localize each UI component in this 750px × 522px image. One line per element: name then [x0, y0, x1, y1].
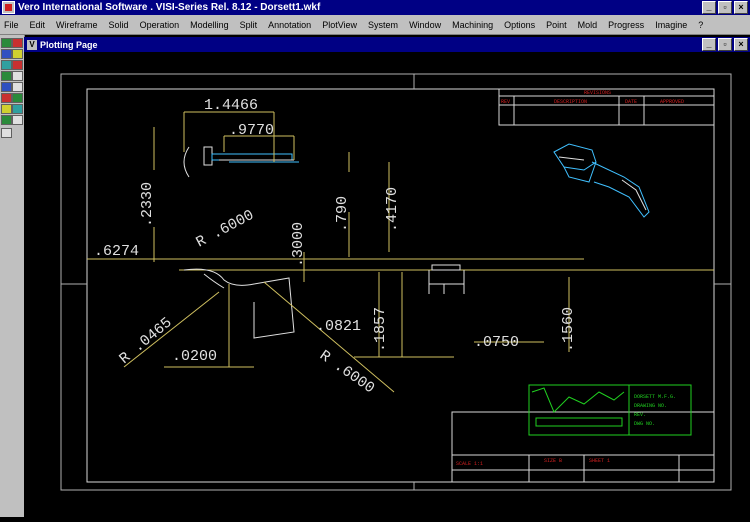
tool-icon[interactable] [1, 128, 12, 138]
sheet-outer-border [60, 73, 732, 491]
menu-window[interactable]: Window [405, 20, 448, 30]
menu-wireframe[interactable]: Wireframe [52, 20, 105, 30]
tool-icon[interactable] [1, 82, 12, 92]
dim-0-2330: .2330 [139, 182, 156, 227]
dim-0-0200: .0200 [172, 348, 217, 365]
close-button[interactable]: × [734, 1, 748, 14]
menu-system[interactable]: System [364, 20, 405, 30]
tool-icon[interactable] [12, 115, 23, 125]
menu-progress[interactable]: Progress [604, 20, 651, 30]
menu-plotview[interactable]: PlotView [318, 20, 364, 30]
date-column: DATE [625, 99, 637, 105]
title-block-footer: SCALE 1:1 SIZE B SHEET 1 [456, 458, 610, 467]
menu-annotation[interactable]: Annotation [264, 20, 318, 30]
scale-label: SCALE 1:1 [456, 461, 483, 467]
sheet-inner-border [86, 88, 715, 483]
dim-0-1560: .1560 [560, 307, 577, 352]
dim-0-4170: .4170 [384, 187, 401, 232]
side-toolbar [0, 35, 25, 517]
menu-machining[interactable]: Machining [448, 20, 500, 30]
tool-icon[interactable] [12, 60, 23, 70]
company-name: DORSETT M.F.G. [634, 394, 676, 400]
menu-operation[interactable]: Operation [136, 20, 187, 30]
dim-r-0-6000-a: R .6000 [193, 207, 257, 252]
dim-1-4466: 1.4466 [204, 97, 258, 114]
tool-icon[interactable] [12, 104, 23, 114]
visi-icon: V [27, 39, 37, 50]
child-minimize-button[interactable]: _ [702, 38, 716, 51]
tool-icon[interactable] [12, 38, 23, 48]
dim-0-790: .790 [334, 196, 351, 232]
dim-0-3000: .3000 [290, 222, 307, 267]
dim-0-1857: .1857 [372, 307, 389, 352]
menu-file[interactable]: File [0, 20, 26, 30]
menu-split[interactable]: Split [236, 20, 265, 30]
tool-icon[interactable] [12, 49, 23, 59]
size-label: SIZE B [544, 458, 562, 464]
dim-r-0-6000-b: R .6000 [316, 347, 377, 397]
drawing-canvas[interactable]: REVISIONS REV DESCRIPTION DATE APPROVED [24, 52, 750, 517]
menu-edit[interactable]: Edit [26, 20, 53, 30]
menu-modelling[interactable]: Modelling [186, 20, 236, 30]
tool-icon[interactable] [1, 93, 12, 103]
tool-icon[interactable] [1, 115, 12, 125]
approved-column: APPROVED [660, 99, 684, 105]
menu-bar: File Edit Wireframe Solid Operation Mode… [0, 15, 750, 35]
minimize-button[interactable]: _ [702, 1, 716, 14]
sheet-label: SHEET 1 [589, 458, 610, 464]
dwg-number-label: DWG NO. [634, 421, 655, 427]
tool-icon[interactable] [1, 49, 12, 59]
description-column: DESCRIPTION [554, 99, 587, 105]
plotting-page-titlebar: V Plotting Page _ ▫ × [24, 37, 750, 52]
menu-solid[interactable]: Solid [105, 20, 136, 30]
app-titlebar: Vero International Software . VISI-Serie… [0, 0, 750, 15]
rev-label: REV. [634, 412, 646, 418]
tool-icon[interactable] [1, 104, 12, 114]
app-icon [2, 1, 15, 14]
child-close-button[interactable]: × [734, 38, 748, 51]
dim-0-9770: .9770 [229, 122, 274, 139]
child-maximize-button[interactable]: ▫ [718, 38, 732, 51]
dim-r-0-0465: R .0465 [116, 314, 175, 368]
rev-column: REV [501, 99, 510, 105]
dim-0-0750: .0750 [474, 334, 519, 351]
tool-icon[interactable] [1, 60, 12, 70]
isometric-view [553, 143, 650, 218]
revisions-title: REVISIONS [584, 90, 611, 96]
maximize-button[interactable]: ▫ [718, 1, 732, 14]
menu-options[interactable]: Options [500, 20, 542, 30]
menu-imagine[interactable]: Imagine [651, 20, 694, 30]
tool-icon[interactable] [12, 71, 23, 81]
menu-help[interactable]: ? [694, 20, 710, 30]
front-view [183, 146, 299, 178]
tool-icon[interactable] [12, 93, 23, 103]
menu-mold[interactable]: Mold [574, 20, 605, 30]
drawing-number-label: DRAWING NO. [634, 403, 667, 409]
dim-0-0821: .0821 [316, 318, 361, 335]
part-profile [87, 258, 714, 339]
tool-icon[interactable] [1, 38, 12, 48]
tool-icon[interactable] [1, 71, 12, 81]
plotting-page-title: Plotting Page [40, 39, 98, 50]
menu-point[interactable]: Point [542, 20, 574, 30]
dim-0-6274: .6274 [94, 243, 139, 260]
dimension-labels: 1.4466 .9770 .2330 .6274 R .6000 .3000 .… [94, 97, 577, 397]
tool-icon[interactable] [12, 82, 23, 92]
title-block-text: DORSETT M.F.G. DRAWING NO. REV. DWG NO. [634, 394, 676, 427]
app-title: Vero International Software . VISI-Serie… [18, 2, 321, 13]
